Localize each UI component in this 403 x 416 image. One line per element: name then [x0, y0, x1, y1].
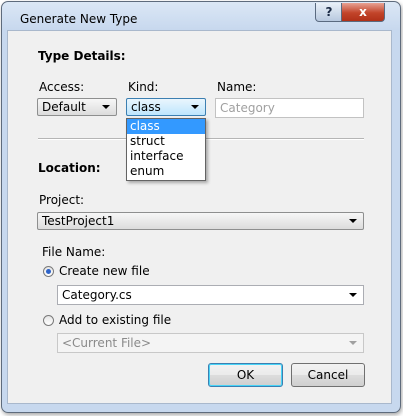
access-label: Access:	[39, 80, 85, 94]
chevron-down-icon[interactable]	[349, 293, 357, 297]
close-icon: x	[359, 5, 367, 19]
location-heading: Location:	[38, 161, 101, 175]
help-button[interactable]: ?	[315, 3, 343, 22]
existing-file-value: <Current File>	[62, 336, 152, 350]
add-to-existing-file-label[interactable]: Add to existing file	[59, 313, 171, 327]
create-new-file-radio[interactable]	[43, 266, 54, 277]
chevron-down-icon	[191, 105, 199, 109]
name-label: Name:	[217, 80, 257, 94]
kind-dropdown-list: class struct interface enum	[126, 118, 206, 181]
ok-button[interactable]: OK	[208, 363, 283, 387]
name-value: Category	[220, 101, 275, 115]
access-combobox[interactable]: Default	[37, 98, 117, 116]
create-new-file-label[interactable]: Create new file	[59, 264, 150, 278]
cancel-button-label: Cancel	[307, 368, 349, 382]
radio-selected-dot	[46, 269, 51, 274]
existing-file-combobox: <Current File>	[57, 333, 364, 353]
chevron-down-icon	[349, 219, 357, 223]
file-name-label: File Name:	[42, 245, 106, 259]
access-value: Default	[42, 100, 86, 114]
kind-option-enum[interactable]: enum	[127, 164, 205, 179]
project-combobox[interactable]: TestProject1	[37, 212, 364, 230]
kind-option-interface[interactable]: interface	[127, 149, 205, 164]
type-details-heading: Type Details:	[38, 49, 126, 63]
chevron-down-icon	[349, 341, 357, 345]
add-to-existing-file-radio[interactable]	[43, 315, 54, 326]
new-file-name-value: Category.cs	[62, 288, 132, 302]
cancel-button[interactable]: Cancel	[291, 363, 365, 387]
kind-combobox[interactable]: class	[126, 98, 206, 116]
project-label: Project:	[39, 193, 85, 207]
kind-value: class	[131, 100, 161, 114]
window-title: Generate New Type	[20, 12, 138, 26]
project-value: TestProject1	[42, 214, 115, 228]
title-bar[interactable]: Generate New Type ? x	[2, 2, 400, 32]
help-icon: ?	[325, 5, 333, 19]
kind-label: Kind:	[128, 80, 159, 94]
close-button[interactable]: x	[341, 3, 385, 22]
name-field[interactable]: Category	[215, 98, 364, 118]
chevron-down-icon	[102, 105, 110, 109]
ok-button-label: OK	[236, 368, 255, 382]
new-file-name-combobox[interactable]: Category.cs	[57, 285, 364, 305]
kind-option-struct[interactable]: struct	[127, 134, 205, 149]
kind-option-class[interactable]: class	[127, 119, 205, 134]
